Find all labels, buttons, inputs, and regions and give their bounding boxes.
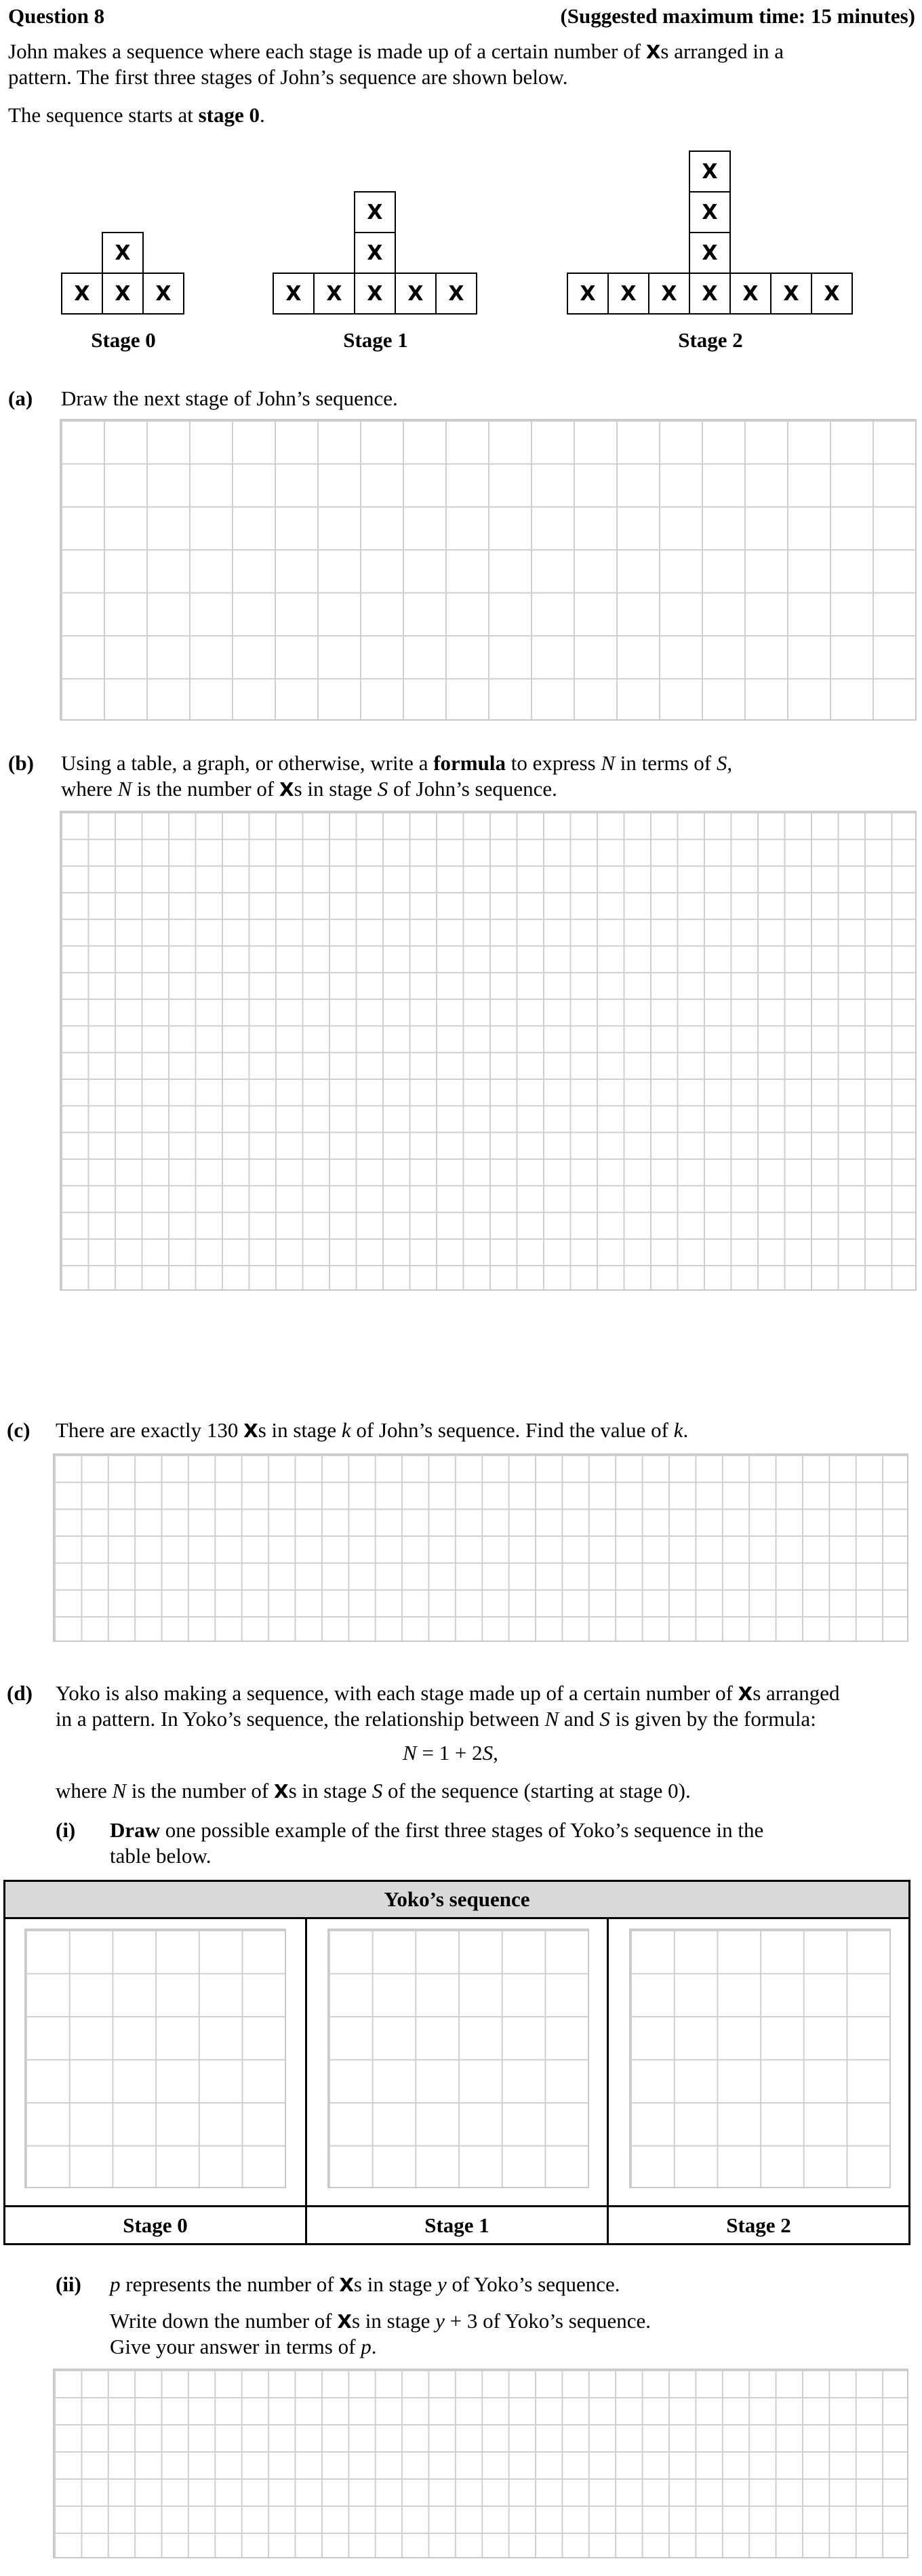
part-d-i-label: (i) <box>56 1818 76 1842</box>
yoko-stage-0-grid[interactable] <box>24 1929 286 2188</box>
x-cell: X <box>102 273 144 315</box>
yoko-table-title: Yoko’s sequence <box>3 1880 910 1919</box>
part-c-answer-grid[interactable] <box>53 1453 908 1642</box>
part-d-ii-line-3: Give your answer in terms of p. <box>110 2335 377 2358</box>
part-d-line-1: Yoko is also making a sequence, with eac… <box>56 1681 840 1705</box>
part-d-i-line-2: table below. <box>110 1844 212 1868</box>
x-cell: X <box>607 273 649 315</box>
x-cell: X <box>689 191 731 233</box>
x-cell: X <box>273 273 315 315</box>
part-b-line-2: where N is the number of Xs in stage S o… <box>61 777 557 801</box>
part-d-label: (d) <box>7 1681 33 1705</box>
part-d-ii-answer-grid[interactable] <box>53 2369 908 2558</box>
stage-0-label: Stage 0 <box>91 328 156 352</box>
part-d-ii-label: (ii) <box>56 2272 81 2296</box>
part-b-label: (b) <box>8 751 34 775</box>
part-d-line-3: where N is the number of Xs in stage S o… <box>56 1779 691 1803</box>
part-b-answer-grid[interactable] <box>60 811 917 1291</box>
part-b-line-1: Using a table, a graph, or otherwise, wr… <box>61 751 733 775</box>
x-cell: X <box>689 273 731 315</box>
part-a-label: (a) <box>8 386 33 410</box>
stage-2-label: Stage 2 <box>678 328 743 352</box>
x-cell: X <box>567 273 609 315</box>
x-cell: X <box>102 232 144 274</box>
x-cell: X <box>142 273 184 315</box>
yoko-stage-1-grid[interactable] <box>327 1929 589 2188</box>
x-cell: X <box>435 273 477 315</box>
part-d-ii-line-1: p represents the number of Xs in stage y… <box>110 2272 620 2296</box>
yoko-stage-1-cell <box>305 1917 609 2207</box>
x-cell: X <box>354 232 396 274</box>
yoko-formula: N = 1 + 2S, <box>403 1741 498 1765</box>
x-cell: X <box>811 273 853 315</box>
intro-line-1: John makes a sequence where each stage i… <box>8 39 784 63</box>
x-cell: X <box>395 273 437 315</box>
part-c-label: (c) <box>7 1418 31 1442</box>
yoko-stage-0-cell <box>3 1917 307 2207</box>
yoko-stage-2-cell <box>607 1917 910 2207</box>
yoko-stage-1-label: Stage 1 <box>305 2205 609 2245</box>
yoko-stage-2-label: Stage 2 <box>607 2205 910 2245</box>
x-cell: X <box>648 273 690 315</box>
intro-line-2: pattern. The first three stages of John’… <box>8 65 568 89</box>
intro-line-3: The sequence starts at stage 0. <box>8 103 265 127</box>
x-cell: X <box>313 273 355 315</box>
question-number: Question 8 <box>8 4 105 28</box>
x-cell: X <box>770 273 812 315</box>
yoko-stage-0-label: Stage 0 <box>3 2205 307 2245</box>
part-d-i-line-1: Draw one possible example of the first t… <box>110 1818 764 1842</box>
x-cell: X <box>689 232 731 274</box>
x-cell: X <box>354 273 396 315</box>
part-d-ii-line-2: Write down the number of Xs in stage y +… <box>110 2309 652 2333</box>
suggested-time: (Suggested maximum time: 15 minutes) <box>560 4 915 28</box>
part-c-text: There are exactly 130 Xs in stage k of J… <box>56 1418 689 1442</box>
yoko-stage-2-grid[interactable] <box>629 1929 891 2188</box>
x-cell: X <box>689 150 731 193</box>
x-cell: X <box>61 273 103 315</box>
x-cell: X <box>729 273 771 315</box>
part-a-answer-grid[interactable] <box>60 419 917 721</box>
part-a-text: Draw the next stage of John’s sequence. <box>61 386 398 410</box>
yoko-sequence-table: Yoko’s sequence Stage 0 Stage 1 Stage 2 <box>3 1880 910 2245</box>
part-d-line-2: in a pattern. In Yoko’s sequence, the re… <box>56 1707 816 1731</box>
x-cell: X <box>354 191 396 233</box>
stage-1-label: Stage 1 <box>343 328 408 352</box>
